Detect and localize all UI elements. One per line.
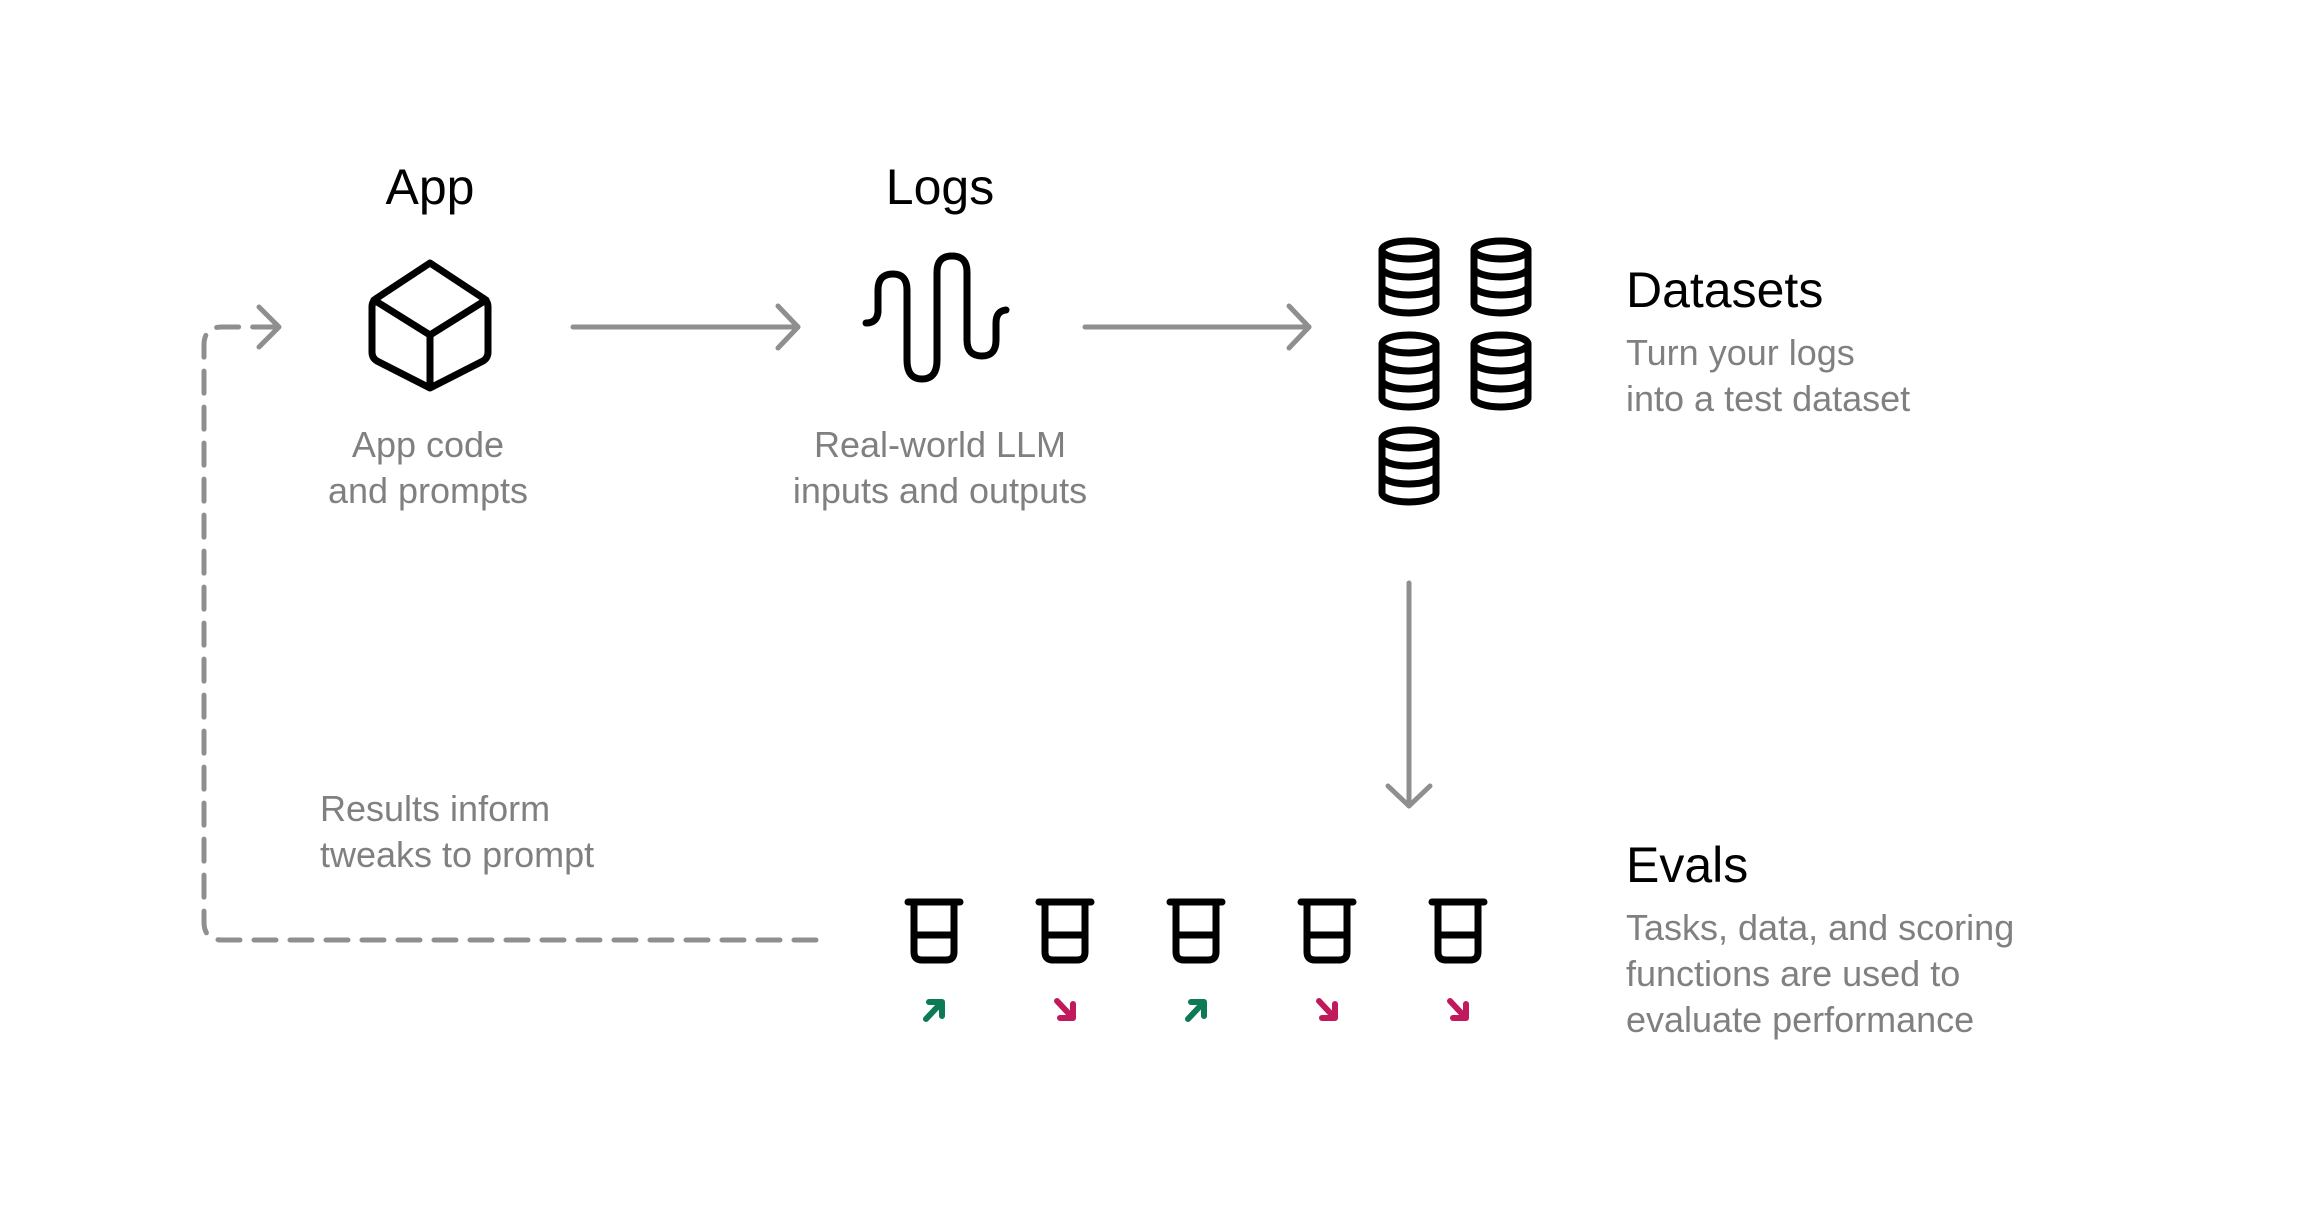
- database-icon: [1470, 331, 1532, 411]
- waveform-icon: [862, 252, 1010, 383]
- database-icon: [1378, 426, 1440, 506]
- description-line: and prompts: [327, 470, 529, 511]
- node-title-logs: Logs: [885, 159, 995, 215]
- database-icon: [1470, 237, 1532, 317]
- trend-icon-group: [923, 998, 1469, 1022]
- arrow-down-right-icon: [1054, 998, 1076, 1021]
- description-line: functions are used to: [1626, 953, 1961, 994]
- label-line: tweaks to prompt: [320, 834, 595, 875]
- arrow-up-right-icon: [1185, 999, 1207, 1022]
- description-line: inputs and outputs: [792, 470, 1088, 511]
- description-line: Turn your logs: [1626, 332, 1855, 373]
- database-icon: [1378, 331, 1440, 411]
- cube-icon: [368, 259, 492, 392]
- node-title-evals: Evals: [1626, 837, 1749, 893]
- description-line: Tasks, data, and scoring: [1626, 907, 2015, 948]
- node-description-app: App code and prompts: [328, 422, 528, 514]
- beaker-icon: [1428, 898, 1488, 964]
- node-description-evals: Tasks, data, and scoring functions are u…: [1626, 905, 2014, 1043]
- description-line: evaluate performance: [1626, 999, 1975, 1040]
- description-line: App code: [351, 424, 505, 465]
- arrow-down-right-icon: [1316, 998, 1338, 1021]
- beaker-icon: [1297, 898, 1357, 964]
- node-description-datasets: Turn your logs into a test dataset: [1626, 330, 1910, 422]
- label-line: Results inform: [320, 788, 551, 829]
- feedback-loop-label: Results inform tweaks to prompt: [320, 786, 594, 878]
- description-line: into a test dataset: [1626, 378, 1911, 419]
- edge-datasets-to-evals: [1385, 580, 1433, 809]
- database-icon: [1378, 237, 1440, 317]
- database-icon-group: [1378, 237, 1532, 506]
- beaker-icon-group: [904, 898, 1488, 964]
- description-line: Real-world LLM: [813, 424, 1067, 465]
- node-title-app: App: [385, 159, 475, 215]
- node-description-logs: Real-world LLM inputs and outputs: [793, 422, 1087, 514]
- node-title-datasets: Datasets: [1626, 262, 1824, 318]
- arrow-up-right-icon: [923, 999, 945, 1022]
- beaker-icon: [904, 898, 964, 964]
- edge-app-to-logs: [570, 303, 801, 351]
- beaker-icon: [1035, 898, 1095, 964]
- beaker-icon: [1166, 898, 1226, 964]
- arrow-down-right-icon: [1447, 998, 1469, 1021]
- edge-logs-to-datasets: [1082, 303, 1312, 351]
